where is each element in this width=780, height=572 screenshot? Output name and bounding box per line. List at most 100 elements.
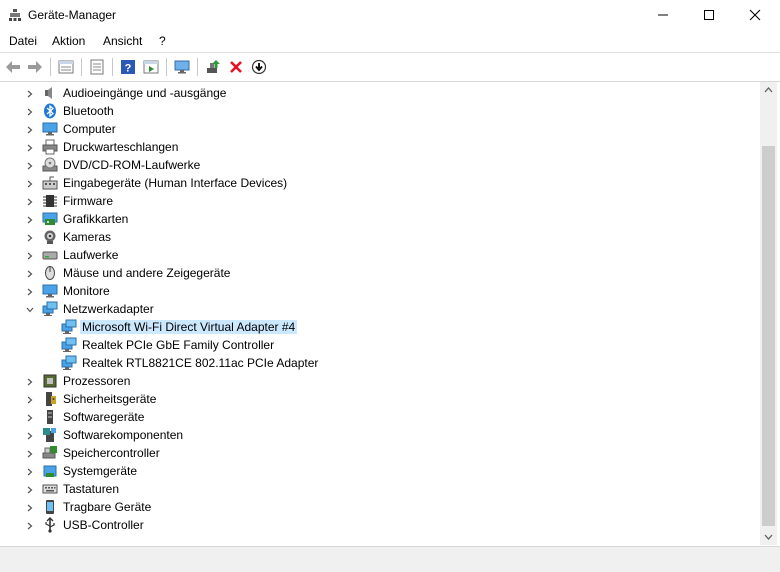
tree-item-label: Systemgeräte bbox=[63, 464, 138, 478]
uninstall-button[interactable] bbox=[225, 56, 247, 78]
tree-device-network-adapter[interactable]: Realtek RTL8821CE 802.11ac PCIe Adapter bbox=[0, 354, 760, 372]
menu-datei[interactable]: Datei bbox=[9, 34, 37, 48]
tree-device-network-adapter[interactable]: Realtek PCIe GbE Family Controller bbox=[0, 336, 760, 354]
run-button[interactable] bbox=[140, 56, 162, 78]
tree-item-label: Eingabegeräte (Human Interface Devices) bbox=[63, 176, 288, 190]
tree-category-bluetooth[interactable]: Bluetooth bbox=[0, 102, 760, 120]
expand-chevron-icon[interactable] bbox=[25, 214, 35, 224]
tree-category-softwarekomponenten[interactable]: Softwarekomponenten bbox=[0, 426, 760, 444]
expand-chevron-icon[interactable] bbox=[25, 412, 35, 422]
network-adapter-icon bbox=[61, 337, 77, 353]
tree-category-druckwarteschlangen[interactable]: Druckwarteschlangen bbox=[0, 138, 760, 156]
expand-chevron-icon[interactable] bbox=[25, 250, 35, 260]
expand-chevron-icon[interactable] bbox=[25, 268, 35, 278]
minimize-button[interactable] bbox=[640, 0, 686, 30]
tree-category-tragbare-geräte[interactable]: Tragbare Geräte bbox=[0, 498, 760, 516]
expand-chevron-icon[interactable] bbox=[25, 142, 35, 152]
scroll-thumb[interactable] bbox=[762, 146, 775, 526]
download-button[interactable] bbox=[248, 56, 270, 78]
chevron-svg bbox=[27, 504, 33, 512]
system-device-icon-svg bbox=[43, 465, 57, 477]
expand-chevron-icon[interactable] bbox=[25, 484, 35, 494]
menu-aktion[interactable]: Aktion bbox=[52, 34, 85, 48]
tree-category-firmware[interactable]: Firmware bbox=[0, 192, 760, 210]
chevron-svg bbox=[27, 522, 33, 530]
expand-chevron-icon[interactable] bbox=[25, 502, 35, 512]
tree-category-audioeingänge-und-ausgänge[interactable]: Audioeingänge und -ausgänge bbox=[0, 84, 760, 102]
tree-category-kameras[interactable]: Kameras bbox=[0, 228, 760, 246]
menu-help[interactable]: ? bbox=[159, 34, 166, 48]
expand-chevron-icon[interactable] bbox=[25, 88, 35, 98]
tree-category-prozessoren[interactable]: Prozessoren bbox=[0, 372, 760, 390]
expand-chevron-icon[interactable] bbox=[25, 520, 35, 530]
chevron-svg bbox=[27, 90, 33, 98]
maximize-button[interactable] bbox=[686, 0, 732, 30]
tree-device-network-adapter[interactable]: Microsoft Wi-Fi Direct Virtual Adapter #… bbox=[0, 318, 760, 336]
title-bar: Geräte-Manager bbox=[0, 0, 780, 30]
tree-item-label: Tastaturen bbox=[63, 482, 120, 496]
tree-category-sicherheitsgeräte[interactable]: Sicherheitsgeräte bbox=[0, 390, 760, 408]
expand-chevron-icon[interactable] bbox=[25, 106, 35, 116]
window-title: Geräte-Manager bbox=[28, 8, 117, 22]
properties-sheet-button[interactable] bbox=[86, 56, 108, 78]
chevron-svg bbox=[27, 144, 33, 152]
expand-chevron-icon[interactable] bbox=[25, 466, 35, 476]
tree-item-label: Monitore bbox=[63, 284, 110, 298]
tree-category-eingabegeräte-human-interface-devices[interactable]: Eingabegeräte (Human Interface Devices) bbox=[0, 174, 760, 192]
chevron-svg bbox=[27, 234, 33, 242]
chevron-svg bbox=[27, 180, 33, 188]
display-adapter-icon-svg bbox=[42, 212, 58, 225]
tree-category-speichercontroller[interactable]: Speichercontroller bbox=[0, 444, 760, 462]
scan-hardware-button[interactable] bbox=[171, 56, 193, 78]
tree-item-label: Mäuse und andere Zeigegeräte bbox=[63, 266, 231, 280]
device-tree[interactable]: Audioeingänge und -ausgänge Bluetooth Comp… bbox=[0, 82, 760, 545]
tree-category-netzwerkadapter[interactable]: Netzwerkadapter bbox=[0, 300, 760, 318]
menu-bar: Datei Aktion Ansicht ? bbox=[0, 30, 780, 53]
tree-category-usb-controller[interactable]: USB-Controller bbox=[0, 516, 760, 534]
collapse-chevron-icon[interactable] bbox=[25, 304, 35, 314]
menu-ansicht[interactable]: Ansicht bbox=[103, 34, 142, 48]
properties-list-icon bbox=[58, 60, 74, 74]
network-icon-svg bbox=[42, 301, 58, 316]
software-device-icon bbox=[42, 409, 58, 425]
expand-chevron-icon[interactable] bbox=[25, 178, 35, 188]
expand-chevron-icon[interactable] bbox=[25, 448, 35, 458]
chevron-svg bbox=[27, 108, 33, 116]
back-button[interactable] bbox=[2, 56, 24, 78]
update-driver-button[interactable] bbox=[202, 56, 224, 78]
chevron-svg bbox=[27, 126, 33, 134]
help-button[interactable]: ? bbox=[117, 56, 139, 78]
expand-chevron-icon[interactable] bbox=[25, 232, 35, 242]
tree-category-mäuse-und-andere-zeigegeräte[interactable]: Mäuse und andere Zeigegeräte bbox=[0, 264, 760, 282]
properties-list-button[interactable] bbox=[55, 56, 77, 78]
tree-category-grafikkarten[interactable]: Grafikkarten bbox=[0, 210, 760, 228]
tree-category-laufwerke[interactable]: Laufwerke bbox=[0, 246, 760, 264]
tree-category-softwaregeräte[interactable]: Softwaregeräte bbox=[0, 408, 760, 426]
close-icon bbox=[749, 9, 761, 21]
expand-chevron-icon[interactable] bbox=[25, 160, 35, 170]
tree-item-label: Computer bbox=[63, 122, 116, 136]
tree-item-label: Kameras bbox=[63, 230, 112, 244]
expand-chevron-icon[interactable] bbox=[25, 286, 35, 296]
chevron-svg bbox=[27, 468, 33, 476]
expand-chevron-icon[interactable] bbox=[25, 376, 35, 386]
maximize-icon bbox=[704, 10, 714, 20]
chevron-svg bbox=[27, 198, 33, 206]
tree-category-systemgeräte[interactable]: Systemgeräte bbox=[0, 462, 760, 480]
expand-chevron-icon[interactable] bbox=[25, 394, 35, 404]
tree-category-computer[interactable]: Computer bbox=[0, 120, 760, 138]
vertical-scrollbar[interactable] bbox=[760, 82, 777, 545]
forward-button[interactable] bbox=[24, 56, 46, 78]
tree-category-dvd-cd-rom-laufwerke[interactable]: DVD/CD-ROM-Laufwerke bbox=[0, 156, 760, 174]
close-button[interactable] bbox=[732, 0, 778, 30]
expand-chevron-icon[interactable] bbox=[25, 430, 35, 440]
expand-chevron-icon[interactable] bbox=[25, 196, 35, 206]
tree-category-monitore[interactable]: Monitore bbox=[0, 282, 760, 300]
expand-chevron-icon[interactable] bbox=[25, 124, 35, 134]
tree-category-tastaturen[interactable]: Tastaturen bbox=[0, 480, 760, 498]
scroll-down-icon[interactable] bbox=[760, 528, 777, 545]
scroll-up-icon[interactable] bbox=[760, 82, 777, 99]
chevron-svg bbox=[27, 486, 33, 494]
chevron-svg bbox=[27, 270, 33, 278]
chevron-svg bbox=[27, 396, 33, 404]
